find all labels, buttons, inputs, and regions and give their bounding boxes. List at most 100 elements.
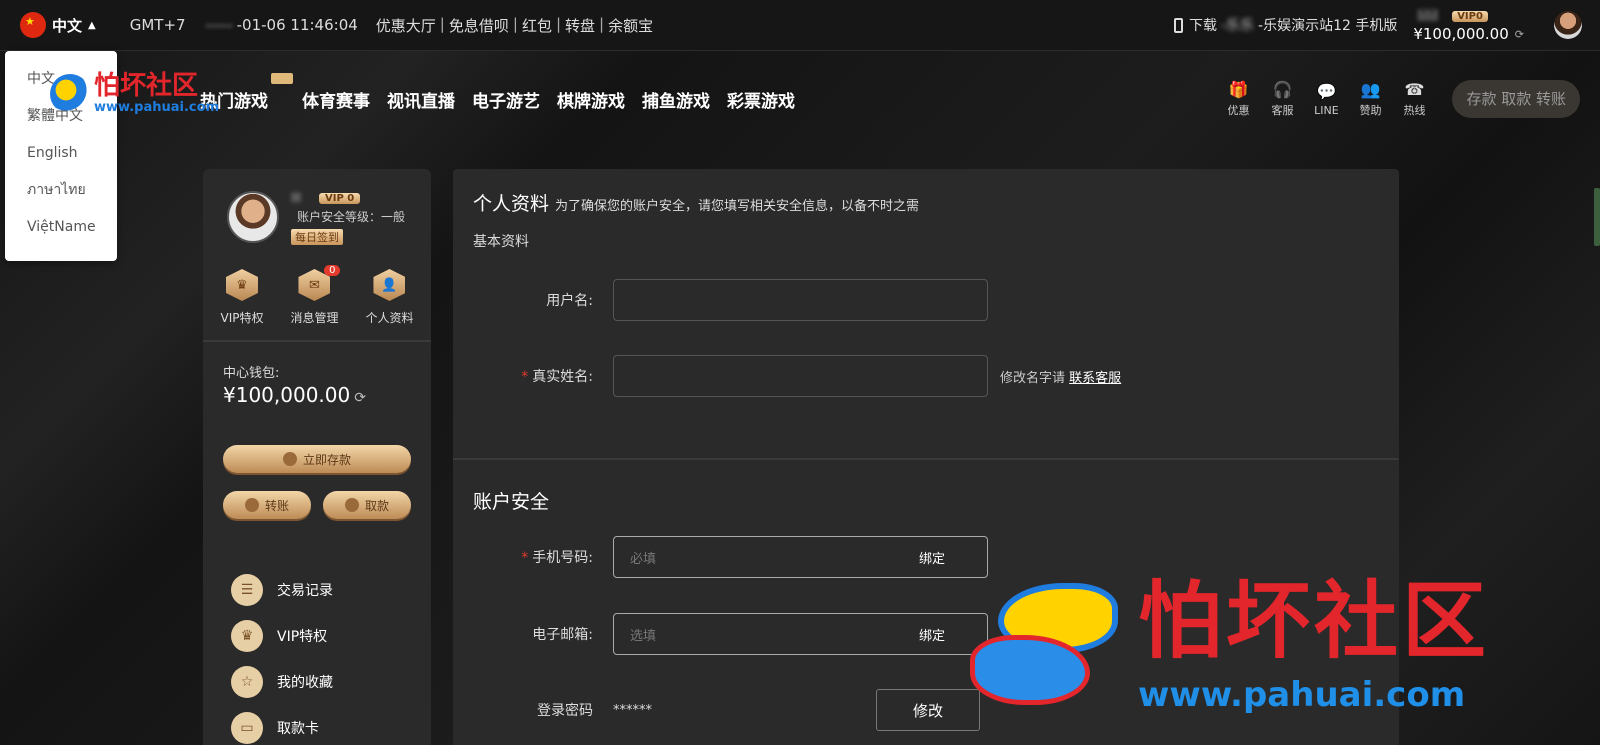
button-label: 取款 [364,498,389,513]
hot-tag [271,72,293,84]
username-blurred: lilil [1417,7,1439,25]
people-icon: 👥 [1360,80,1381,99]
sidebar-item-favorites[interactable]: ☆ 我的收藏 [231,659,431,705]
label-text: 电子邮箱: [532,627,593,643]
shortcut-profile[interactable]: 👤 个人资料 [365,269,413,326]
contact-service-link[interactable]: 联系客服 [1069,371,1121,386]
nav-live-casino[interactable]: 视讯直播 [387,87,455,112]
quicklink-loan[interactable]: 免息借呗 [449,15,509,36]
clock-time: -01-06 11:46:04 [236,16,358,34]
quicklink-promo-hall[interactable]: 优惠大厅 [376,15,436,36]
page-title-text: 个人资料 [473,193,550,215]
top-bar: 中文 ▲ GMT+7 ------01-06 11:46:04 优惠大厅| 免息… [0,0,1600,51]
quicklink-redpacket[interactable]: 红包 [522,15,552,36]
phone-placeholder: 必填 [630,551,657,567]
nav-sports[interactable]: 体育赛事 [302,87,370,112]
message-count-badge: 0 [324,265,341,276]
username-label: 用户名: [453,290,613,310]
deposit-now-button[interactable]: 立即存款 [223,445,411,473]
label-text: 用户名: [546,293,593,309]
phone-row: * 手机号码: 必填 绑定 [453,536,988,578]
headset-icon: 🎧 [1272,80,1293,99]
nav-lottery[interactable]: 彩票游戏 [727,87,795,112]
line-icon: 💬 [1316,81,1337,101]
language-option-en[interactable]: English [5,143,117,180]
nav-icons: 🎁 优惠 🎧 客服 💬 LINE 👥 赞助 ☎ 热线 存款 取款 转账 [1216,80,1600,118]
nav-fishing[interactable]: 捕鱼游戏 [642,87,710,112]
nav-slots[interactable]: 电子游艺 [472,87,540,112]
quicklink-yuebao[interactable]: 余额宝 [608,15,653,36]
shortcut-messages[interactable]: ✉ 0 消息管理 [290,265,341,326]
nav-promo[interactable]: 🎁 优惠 [1216,80,1260,118]
withdraw-button[interactable]: 取款 [323,491,411,519]
password-row: 登录密码 ****** 修改 [453,689,980,731]
security-level: 账户安全等级：一般 [296,210,405,224]
basic-info-heading: 基本资料 [473,234,529,250]
language-label: 中文 [52,16,83,35]
refresh-icon[interactable]: ⟳ [1515,28,1524,41]
sidebar-shortcuts: ♛ VIP特权 ✉ 0 消息管理 👤 个人资料 [203,265,431,326]
required-mark: * [521,369,529,385]
refresh-icon[interactable]: ⟳ [354,390,366,406]
user-icon: 👤 [373,269,406,301]
main-nav: 热门游戏 体育赛事 视讯直播 电子游艺 棋牌游戏 捕鱼游戏 彩票游戏 🎁 优惠 🎧… [0,52,1600,146]
realname-row: * 真实姓名: 修改名字请 联系客服 [453,355,1121,397]
nav-hotline[interactable]: ☎ 热线 [1392,80,1436,118]
realname-label: * 真实姓名: [453,366,613,386]
sidebar-item-transactions[interactable]: ☰ 交易记录 [231,567,431,613]
transfer-button[interactable]: 转账 [223,491,311,519]
phone-field[interactable]: 必填 绑定 [613,536,988,578]
watermark-logo-large: 怕坏社区 www.pahuai.com [970,575,1490,715]
site-name: -乐娱演示站12 手机版 [1258,18,1398,34]
username-field[interactable] [613,279,988,321]
wallet-amount: ¥100,000.00 ⟳ [223,383,431,407]
nav-icon-label: LINE [1314,103,1339,117]
card-icon [344,498,359,512]
separator: | [512,14,518,33]
document-icon: ☰ [231,574,263,606]
deposit-withdraw-transfer-button[interactable]: 存款 取款 转账 [1452,80,1580,118]
transfer-icon [244,498,259,512]
header-balance: ¥100,000.00 [1413,25,1509,43]
modify-password-button[interactable]: 修改 [876,689,980,731]
quick-links: 优惠大厅 | 免息借呗 | 红包 | 转盘 | 余额宝 [376,15,653,36]
nav-card-games[interactable]: 棋牌游戏 [557,87,625,112]
quicklink-wheel[interactable]: 转盘 [565,15,595,36]
daily-checkin-button[interactable]: 每日签到 [291,229,343,245]
download-app-link[interactable]: 下载 -乐乐 -乐娱演示站12 手机版 [1173,15,1398,35]
avatar[interactable] [1554,11,1582,39]
nav-line[interactable]: 💬 LINE [1304,82,1348,117]
nav-sponsor[interactable]: 👥 赞助 [1348,80,1392,118]
language-switcher[interactable]: 中文 ▲ [20,12,96,38]
realname-field[interactable] [613,355,988,397]
mobile-phone-icon [1173,17,1183,33]
shortcut-label: 消息管理 [290,311,339,325]
user-summary[interactable]: lilil VIP0 ¥100,000.00 ⟳ [1413,7,1524,43]
shortcut-vip[interactable]: ♛ VIP特权 [220,269,263,326]
sidebar-item-label: 我的收藏 [277,675,333,691]
nav-support[interactable]: 🎧 客服 [1260,80,1304,118]
nav-icon-label: 优惠 [1227,104,1250,117]
gift-icon: 🎁 [1228,80,1249,99]
caret-up-icon: ▲ [88,19,96,31]
wallet-label: 中心钱包: [223,366,280,381]
password-masked: ****** [613,702,652,718]
watermark-text: 怕坏社区 [94,71,199,101]
top-right-area: 下载 -乐乐 -乐娱演示站12 手机版 lilil VIP0 ¥100,000.… [1173,7,1600,43]
language-option-vi[interactable]: ViệtName [5,217,117,254]
scrollbar-thumb[interactable] [1594,188,1600,246]
email-field[interactable]: 选填 绑定 [613,613,988,655]
bind-phone-button[interactable]: 绑定 [919,548,945,567]
security-heading: 账户安全 [473,491,550,513]
page-subtitle: 为了确保您的账户安全，请您填写相关安全信息，以备不时之需 [555,199,920,214]
label-text: 手机号码: [532,550,593,566]
wallet-amount-value: ¥100,000.00 [223,383,351,407]
avatar[interactable] [227,191,279,243]
vip-badge: VIP 0 [319,192,361,204]
language-option-th[interactable]: ภาษาไทย [5,180,117,217]
sidebar-item-withdraw-card[interactable]: ▭ 取款卡 [231,705,431,745]
label-text: 真实姓名: [532,369,593,385]
bind-email-button[interactable]: 绑定 [919,625,945,644]
sidebar-item-vip[interactable]: ♛ VIP特权 [231,613,431,659]
card-icon: ▭ [231,712,263,744]
